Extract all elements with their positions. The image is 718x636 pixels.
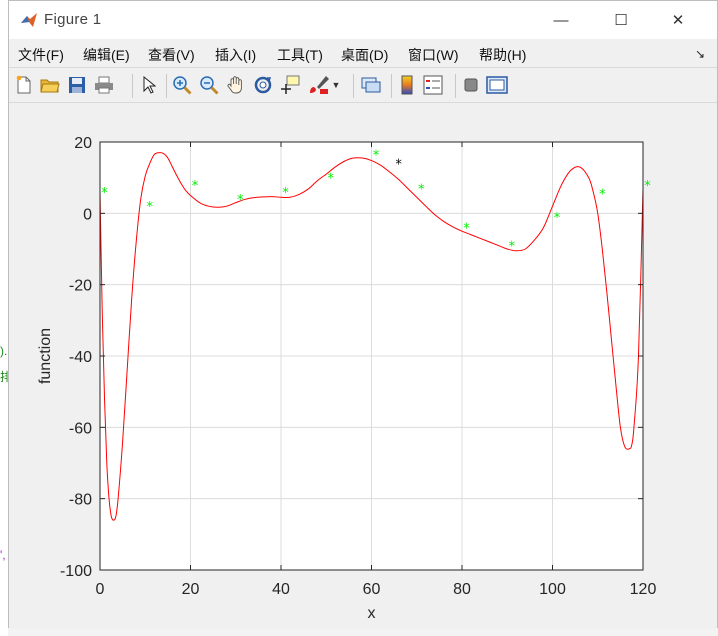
zoom-out-icon[interactable] [198, 74, 220, 96]
show-plot-tools-icon[interactable] [486, 74, 508, 96]
open-file-icon[interactable] [39, 74, 61, 96]
menu-view[interactable]: 查看(V) [148, 45, 195, 65]
data-point-marker: * [599, 188, 606, 203]
x-axis-label: x [368, 605, 376, 622]
peek-text-1: ). [0, 344, 8, 358]
x-tick-label: 100 [539, 581, 566, 598]
y-tick-label: -100 [60, 563, 92, 580]
title-bar[interactable]: Figure 1 — ☐ ✕ [9, 1, 717, 39]
plot-svg[interactable]: * * * * * * * * * * * * * * 0 20 40 60 80 100 120 20 0 -20 -40 -… [9, 103, 717, 627]
y-tick-label: -20 [69, 278, 92, 295]
toolbar-separator [353, 74, 354, 98]
menu-insert[interactable]: 插入(I) [215, 45, 256, 65]
maximize-button[interactable]: ☐ [598, 1, 644, 39]
y-tick-label: -40 [69, 349, 92, 366]
data-point-marker: * [463, 222, 470, 237]
data-point-marker: * [147, 200, 154, 215]
toolbar-separator [455, 74, 456, 98]
brush-dropdown-icon[interactable]: ▼ [331, 74, 341, 96]
matlab-logo-icon [20, 11, 38, 29]
toolbar-separator [166, 74, 167, 98]
pointer-icon[interactable] [138, 74, 160, 96]
print-icon[interactable] [93, 74, 115, 96]
close-button[interactable]: ✕ [655, 1, 701, 39]
toolbar-separator [391, 74, 392, 98]
menu-bar: 文件(F) 编辑(E) 查看(V) 插入(I) 工具(T) 桌面(D) 窗口(W… [9, 39, 717, 67]
data-point-marker: * [328, 172, 335, 187]
data-point-marker: * [418, 182, 425, 197]
pan-hand-icon[interactable] [225, 74, 247, 96]
hide-plot-tools-icon[interactable] [460, 74, 482, 96]
figure-canvas[interactable]: * * * * * * * * * * * * * * 0 20 40 60 80 100 120 20 0 -20 -40 -… [9, 103, 717, 629]
menu-help[interactable]: 帮助(H) [479, 45, 526, 65]
colorbar-icon[interactable] [396, 74, 418, 96]
figure-toolbar: ▼ [9, 67, 717, 103]
new-figure-icon[interactable] [13, 74, 35, 96]
menu-tools[interactable]: 工具(T) [277, 45, 323, 65]
brush-icon[interactable] [308, 74, 330, 96]
y-axis-label: function [37, 328, 54, 384]
zoom-in-icon[interactable] [171, 74, 193, 96]
figure-window: Figure 1 — ☐ ✕ 文件(F) 编辑(E) 查看(V) 插入(I) 工… [8, 0, 718, 629]
background-editor-peek: ). 排 ', [0, 0, 12, 636]
dock-arrow-icon[interactable]: ↘ [695, 47, 705, 61]
data-point-marker: * [237, 193, 244, 208]
data-point-marker: * [395, 157, 402, 172]
data-point-marker: * [509, 239, 516, 254]
data-point-marker: * [101, 186, 108, 201]
link-plot-icon[interactable] [360, 74, 382, 96]
peek-text-3: ', [0, 548, 6, 562]
menu-file[interactable]: 文件(F) [18, 45, 64, 65]
data-point-marker: * [373, 148, 380, 163]
menu-edit[interactable]: 编辑(E) [83, 45, 130, 65]
y-tick-label: 0 [83, 206, 92, 223]
legend-icon[interactable] [422, 74, 444, 96]
y-tick-label: -80 [69, 492, 92, 509]
save-icon[interactable] [66, 74, 88, 96]
x-tick-label: 120 [630, 581, 657, 598]
toolbar-separator [132, 74, 133, 98]
minimize-button[interactable]: — [538, 1, 584, 39]
x-tick-label: 60 [363, 581, 381, 598]
y-tick-label: 20 [74, 135, 92, 152]
x-tick-label: 0 [96, 581, 105, 598]
x-tick-label: 40 [272, 581, 290, 598]
data-point-marker: * [554, 211, 561, 226]
y-tick-label: -60 [69, 420, 92, 437]
data-cursor-icon[interactable] [279, 74, 301, 96]
rotate-3d-icon[interactable] [252, 74, 274, 96]
menu-desktop[interactable]: 桌面(D) [341, 45, 388, 65]
data-point-marker: * [192, 179, 199, 194]
x-tick-label: 80 [453, 581, 471, 598]
x-tick-label: 20 [182, 581, 200, 598]
data-point-marker: * [644, 179, 651, 194]
window-title: Figure 1 [44, 11, 102, 28]
menu-window[interactable]: 窗口(W) [408, 45, 459, 65]
data-point-marker: * [282, 186, 289, 201]
